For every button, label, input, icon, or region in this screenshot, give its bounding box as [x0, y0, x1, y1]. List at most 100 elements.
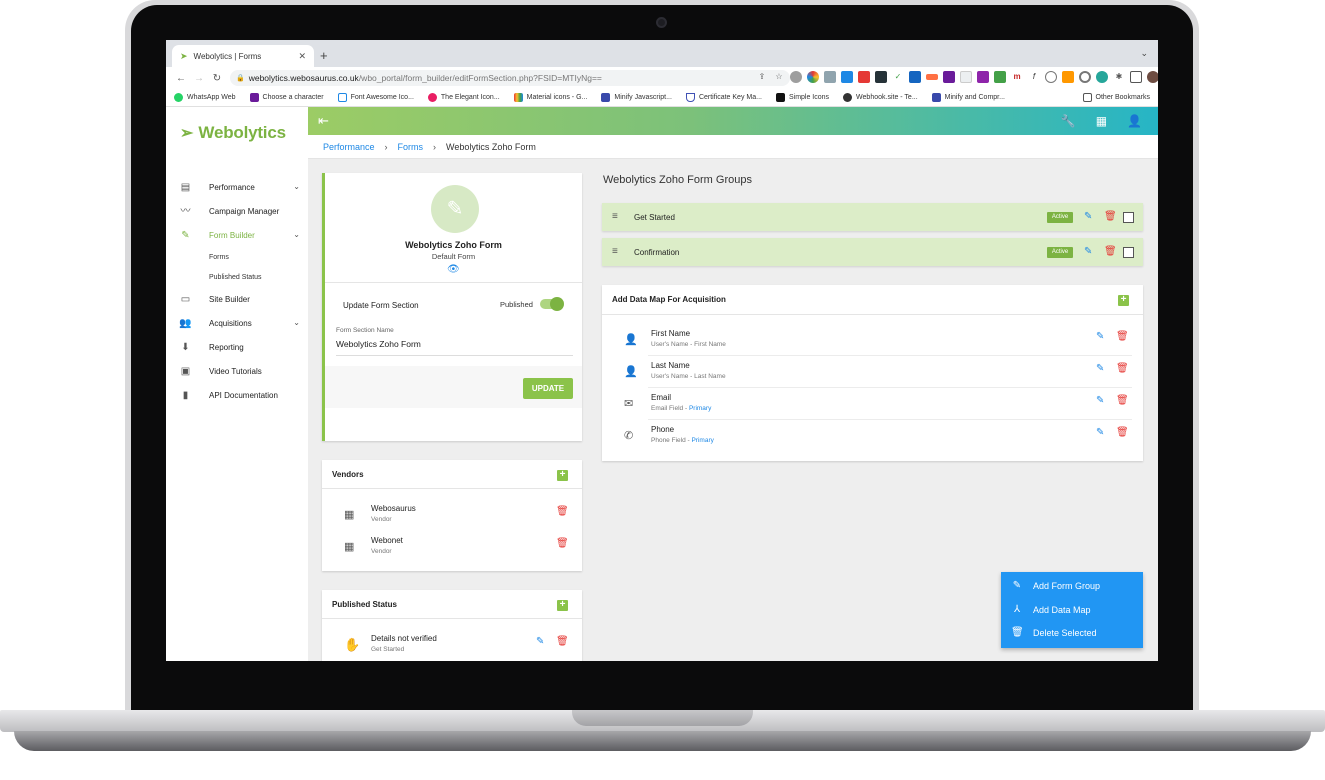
edit-icon[interactable]: ✎: [1084, 211, 1092, 222]
sidebar-nav: ▤ Performance ⌄ 〰 Campaign Manager ✎ For…: [166, 175, 308, 407]
browser-tab[interactable]: ➤ Webolytics | Forms ✕: [172, 45, 314, 67]
extension-icon[interactable]: [926, 74, 938, 80]
sidebar: ➢ Webolytics ▤ Performance ⌄ 〰 Campaign …: [166, 107, 308, 661]
add-data-map-menu-button[interactable]: ⅄ Add Data Map: [1011, 604, 1091, 615]
new-tab-icon[interactable]: +: [320, 48, 328, 63]
close-icon[interactable]: ✕: [298, 51, 306, 62]
delete-icon[interactable]: 🗑: [556, 506, 569, 517]
bookmark[interactable]: Material icons - G...: [513, 93, 587, 102]
dashboard-icon[interactable]: ▦: [1096, 114, 1107, 128]
chevron-down-icon[interactable]: ⌄: [1140, 48, 1148, 59]
extension-icon[interactable]: [1045, 71, 1057, 83]
add-vendor-button[interactable]: +: [557, 470, 568, 481]
sidebar-item-performance[interactable]: ▤ Performance ⌄: [166, 175, 308, 199]
breadcrumb: Performance › Forms › Webolytics Zoho Fo…: [308, 135, 1158, 159]
sidebar-item-video-tutorials[interactable]: ▣ Video Tutorials: [166, 359, 308, 383]
edit-icon[interactable]: ✎: [1096, 363, 1104, 374]
bookmark[interactable]: The Elegant Icon...: [427, 93, 500, 102]
avatar[interactable]: [1147, 71, 1158, 83]
eye-icon[interactable]: 👁: [447, 264, 460, 275]
divider: [648, 355, 1132, 356]
bookmark[interactable]: Minify Javascript...: [601, 93, 672, 102]
select-checkbox[interactable]: [1123, 247, 1134, 258]
add-status-button[interactable]: +: [557, 600, 568, 611]
breadcrumb-performance[interactable]: Performance: [323, 142, 375, 152]
sidebar-item-form-builder[interactable]: ✎ Form Builder ⌄: [166, 223, 308, 247]
back-icon[interactable]: ←: [172, 73, 190, 84]
extension-icon[interactable]: [943, 71, 955, 83]
book-icon: ▮: [182, 389, 189, 401]
form-section-name-input[interactable]: Webolytics Zoho Form: [336, 339, 421, 349]
other-bookmarks[interactable]: Other Bookmarks: [1082, 93, 1150, 102]
extension-icon[interactable]: [790, 71, 802, 83]
bookmark[interactable]: Webhook.site - Te...: [843, 93, 918, 102]
extension-icon[interactable]: [875, 71, 887, 83]
extension-icon[interactable]: [858, 71, 870, 83]
sidebar-item-site-builder[interactable]: ▭ Site Builder: [166, 287, 308, 311]
drag-handle-icon[interactable]: ≡: [612, 246, 618, 257]
wrench-icon[interactable]: 🔧: [1061, 114, 1076, 128]
share-icon[interactable]: ⇪: [756, 71, 768, 83]
add-form-group-button[interactable]: ✎ Add Form Group: [1011, 580, 1100, 591]
extension-icon[interactable]: [909, 71, 921, 83]
bookmark[interactable]: Font Awesome Ico...: [337, 93, 414, 102]
sidebar-item-campaign-manager[interactable]: 〰 Campaign Manager: [166, 199, 308, 223]
forward-icon[interactable]: →: [190, 73, 208, 84]
sidebar-subitem-forms[interactable]: Forms: [166, 247, 308, 267]
sidebar-item-api-documentation[interactable]: ▮ API Documentation: [166, 383, 308, 407]
bookmark[interactable]: Choose a character: [249, 93, 324, 102]
logo[interactable]: ➢ Webolytics: [180, 123, 286, 143]
delete-icon[interactable]: 🗑: [556, 636, 569, 647]
edit-icon[interactable]: ✎: [1084, 246, 1092, 257]
drag-handle-icon[interactable]: ≡: [612, 211, 618, 222]
url-bar[interactable]: 🔒 webolytics.webosaurus.co.uk/wbo_portal…: [230, 70, 790, 86]
extension-icon[interactable]: [841, 71, 853, 83]
data-map-field: Email: [651, 393, 672, 402]
update-button[interactable]: UPDATE: [523, 378, 573, 399]
extension-icon[interactable]: [807, 71, 819, 83]
bookmark[interactable]: WhatsApp Web: [174, 93, 236, 102]
sidebar-subitem-published-status[interactable]: Published Status: [166, 267, 308, 287]
extension-icon[interactable]: f: [1028, 71, 1040, 83]
delete-selected-button[interactable]: 🗑 Delete Selected: [1011, 627, 1097, 638]
sidebar-icon[interactable]: [1130, 71, 1142, 83]
puzzle-icon[interactable]: ✱: [1113, 71, 1125, 83]
sidebar-item-reporting[interactable]: ⬇ Reporting: [166, 335, 308, 359]
breadcrumb-forms[interactable]: Forms: [398, 142, 424, 152]
extension-icon[interactable]: ✓: [892, 71, 904, 83]
extension-icon[interactable]: [1096, 71, 1108, 83]
form-edit-icon: ✎: [181, 229, 190, 241]
delete-icon[interactable]: 🗑: [1116, 395, 1129, 406]
extension-icon[interactable]: [977, 71, 989, 83]
delete-icon[interactable]: 🗑: [1116, 363, 1129, 374]
extension-icon[interactable]: [960, 71, 972, 83]
extension-icon[interactable]: m: [1011, 71, 1023, 83]
delete-icon[interactable]: 🗑: [1116, 331, 1129, 342]
group-row[interactable]: ≡ Confirmation Active ✎ 🗑: [602, 238, 1143, 266]
delete-icon[interactable]: 🗑: [556, 538, 569, 549]
bookmark[interactable]: Certificate Key Ma...: [685, 93, 762, 102]
star-icon[interactable]: ☆: [773, 71, 785, 83]
user-icon[interactable]: 👤: [1127, 114, 1142, 128]
select-checkbox[interactable]: [1123, 212, 1134, 223]
bookmark[interactable]: Minify and Compr...: [931, 93, 1005, 102]
sidebar-item-acquisitions[interactable]: 👥 Acquisitions ⌄: [166, 311, 308, 335]
extension-icon[interactable]: [1079, 71, 1091, 83]
extension-icon[interactable]: [994, 71, 1006, 83]
group-row[interactable]: ≡ Get Started Active ✎ 🗑: [602, 203, 1143, 231]
delete-icon[interactable]: 🗑: [1104, 246, 1117, 257]
bookmark[interactable]: Simple Icons: [775, 93, 829, 102]
reload-icon[interactable]: ↻: [208, 73, 226, 84]
edit-icon[interactable]: ✎: [1096, 395, 1104, 406]
extension-icon[interactable]: [824, 71, 836, 83]
add-data-map-button[interactable]: +: [1118, 295, 1129, 306]
collapse-sidebar-icon[interactable]: ⇤: [318, 113, 329, 129]
published-toggle[interactable]: [540, 297, 564, 311]
edit-icon[interactable]: ✎: [1096, 427, 1104, 438]
edit-icon[interactable]: ✎: [536, 636, 544, 647]
data-map-field: First Name: [651, 329, 691, 338]
delete-icon[interactable]: 🗑: [1104, 211, 1117, 222]
edit-icon[interactable]: ✎: [1096, 331, 1104, 342]
delete-icon[interactable]: 🗑: [1116, 427, 1129, 438]
extension-icon[interactable]: [1062, 71, 1074, 83]
